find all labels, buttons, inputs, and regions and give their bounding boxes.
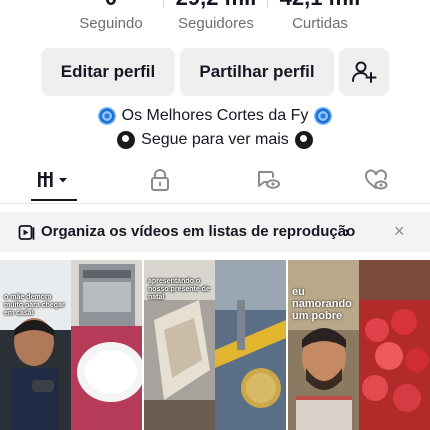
video-caption: o mãe demora muito para chegar em casa! (4, 294, 65, 317)
profile-tabs (0, 160, 430, 204)
add-friend-button[interactable] (339, 48, 389, 96)
grid-icon (38, 172, 67, 187)
profile-stats: 0 Seguindo 29,2 mil Seguidores 42,1 mil … (0, 0, 430, 36)
likes-stat[interactable]: 42,1 mil Curtidas (265, 0, 375, 34)
tab-videos[interactable] (22, 160, 86, 200)
add-user-icon (352, 61, 377, 83)
edit-profile-button[interactable]: Editar perfil (41, 48, 175, 96)
video-frame (215, 260, 286, 430)
video-caption: eu namorando um pobre (292, 286, 352, 322)
playlist-icon (18, 225, 35, 240)
following-count: 0 (56, 0, 166, 10)
playlist-banner-text: Organiza os vídeos em listas de reproduç… (41, 223, 356, 240)
8-ball-emoji-icon (294, 131, 313, 149)
followers-count: 29,2 mil (161, 0, 271, 10)
bio-line-1: Os Melhores Cortes da Fy (121, 107, 309, 124)
playlist-banner[interactable]: Organiza os vídeos em listas de reproduç… (0, 212, 430, 252)
likes-count: 42,1 mil (265, 0, 375, 10)
followers-label: Seguidores (178, 15, 254, 32)
tabs-divider (0, 203, 430, 204)
video-grid: o mãe demora muito para chegar em casa! … (0, 260, 430, 430)
active-tab-indicator (31, 199, 77, 201)
video-thumbnail[interactable]: o mãe demora muito para chegar em casa! (0, 260, 142, 430)
video-caption: apresentando o nosso presente de natal (148, 278, 210, 301)
tab-private[interactable] (140, 160, 180, 200)
close-icon[interactable]: × (394, 221, 405, 241)
cyclone-emoji-icon (97, 107, 116, 125)
cyclone-emoji-icon (314, 107, 333, 125)
chevron-right-icon: › (344, 222, 350, 241)
following-label: Seguindo (79, 15, 143, 32)
video-frame (0, 260, 71, 430)
8-ball-emoji-icon (117, 131, 136, 149)
repost-icon (258, 171, 280, 189)
lock-icon (151, 169, 169, 191)
share-profile-button[interactable]: Partilhar perfil (180, 48, 334, 96)
likes-label: Curtidas (292, 15, 348, 32)
video-frame (359, 260, 430, 430)
tab-reposts[interactable] (248, 160, 288, 200)
following-stat[interactable]: 0 Seguindo (56, 0, 166, 34)
profile-bio: Os Melhores Cortes da Fy Segue para ver … (0, 104, 430, 152)
video-thumbnail[interactable]: apresentando o nosso presente de natal (144, 260, 286, 430)
bio-line-2: Segue para ver mais (141, 131, 289, 148)
followers-stat[interactable]: 29,2 mil Seguidores (161, 0, 271, 34)
tab-liked[interactable] (356, 160, 396, 200)
video-thumbnail[interactable]: eu namorando um pobre (288, 260, 430, 430)
liked-icon (365, 169, 388, 190)
video-frame (71, 260, 142, 430)
